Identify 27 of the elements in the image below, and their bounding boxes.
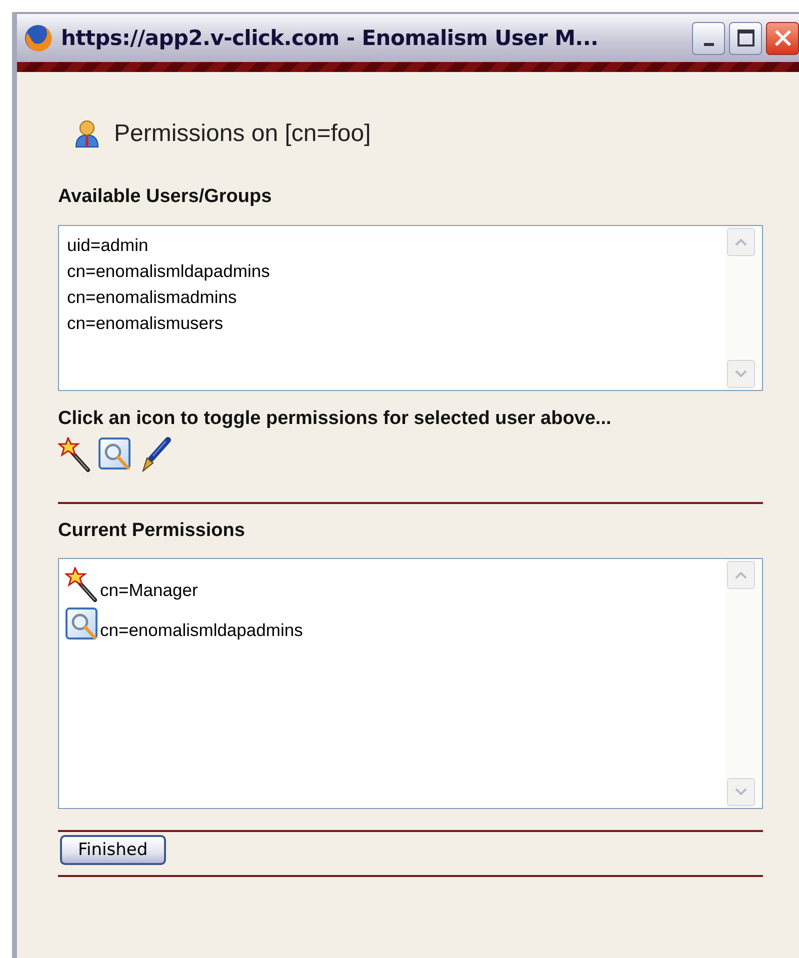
browser-logo-icon: [23, 23, 53, 53]
users-list[interactable]: uid=admin cn=enomalismldapadmins cn=enomalismadmins cn=enomalismusers: [58, 225, 763, 391]
dialog-heading: Permissions on [cn=foo]: [114, 120, 371, 148]
caret-up-icon: [735, 238, 747, 246]
section-label: Available Users/Groups: [58, 186, 273, 208]
minimize-button[interactable]: [692, 22, 725, 54]
window-title: https://app2.v-click.com - Enomalism User M...: [61, 26, 598, 50]
user-icon: [74, 120, 100, 148]
instruction-text: Click an icon to toggle permissions for selected user above...: [58, 408, 612, 430]
permission-entry: cn=Manager: [100, 580, 198, 601]
caret-up-icon: [735, 571, 747, 579]
section-label: Current Permissions: [58, 520, 246, 542]
finished-button[interactable]: Finished: [60, 835, 166, 865]
close-button[interactable]: [766, 22, 799, 54]
list-item[interactable]: cn=enomalismldapadmins: [67, 258, 717, 284]
list-item[interactable]: cn=enomalismadmins: [67, 284, 717, 310]
close-icon: [772, 28, 792, 48]
wand-icon[interactable]: [58, 437, 92, 473]
permission-entry: cn=enomalismldapadmins: [100, 620, 303, 641]
list-item[interactable]: cn=enomalismusers: [67, 310, 717, 336]
wand-icon: [65, 567, 99, 603]
maximize-button[interactable]: [729, 22, 762, 54]
caret-down-icon: [735, 370, 747, 378]
maximize-icon: [736, 29, 754, 47]
minimize-icon: [704, 42, 714, 46]
caret-down-icon: [735, 788, 747, 796]
list-item[interactable]: uid=admin: [67, 232, 717, 258]
